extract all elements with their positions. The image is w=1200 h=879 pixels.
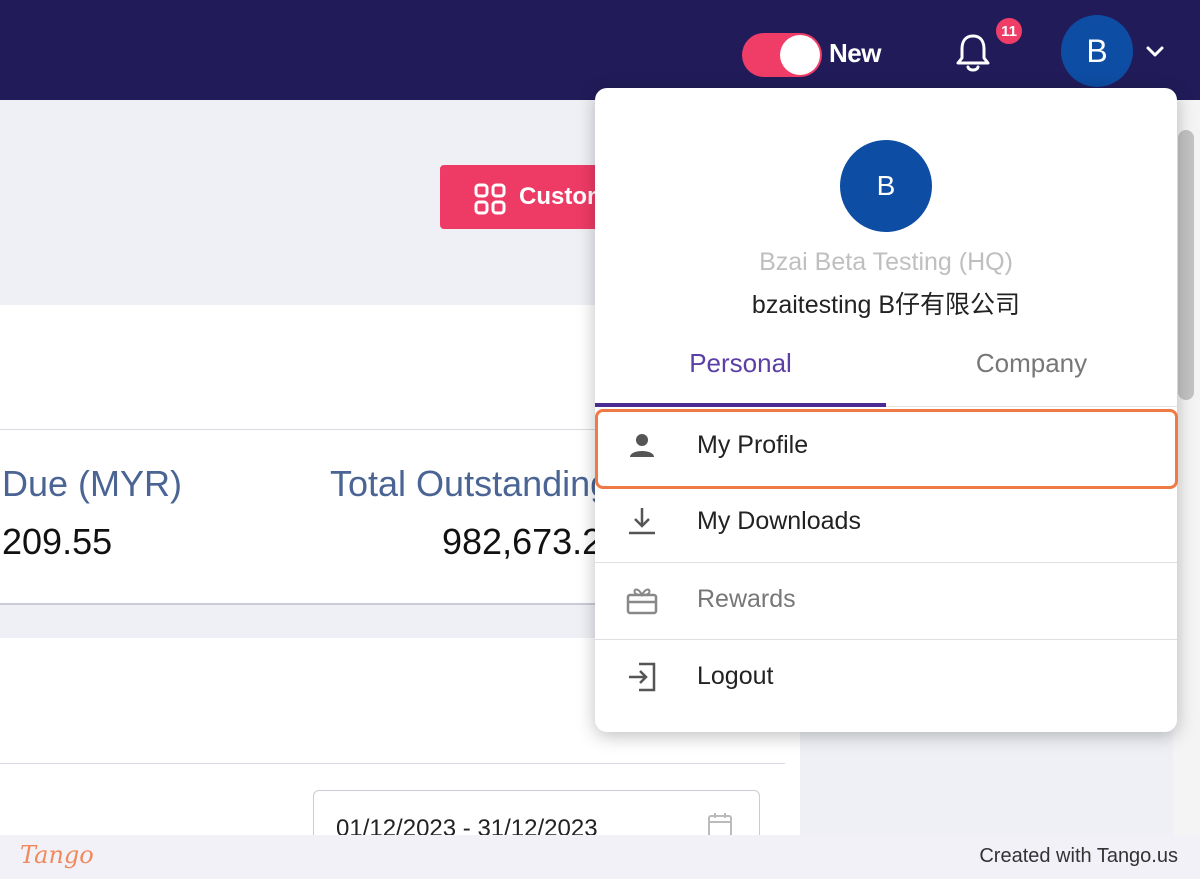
menu-item-label: Rewards [697,585,796,613]
menu-item-label: My Downloads [697,507,861,535]
user-name: bzaitesting B仔有限公司 [751,291,1021,319]
tango-logo: Tango [20,841,94,869]
menu-item-rewards[interactable]: Rewards [595,563,1177,639]
chevron-down-icon[interactable] [1143,40,1167,64]
stat-value-outstanding: 982,673.2 [442,521,603,562]
top-navigation-bar: New 11 B [0,0,1200,100]
new-ui-toggle[interactable] [742,33,822,77]
tab-company[interactable]: Company [886,334,1177,406]
menu-item-label: Logout [697,662,774,690]
customize-button[interactable]: Custom [440,165,620,229]
logout-icon [629,662,656,692]
company-name: Bzai Beta Testing (HQ) [759,248,1013,276]
grid-icon [474,183,506,215]
tango-footer: Tango Created with Tango.us [0,835,1200,879]
toggle-knob [780,35,820,75]
dropdown-avatar: B [840,140,932,232]
card-divider [0,763,785,764]
gift-icon [626,588,658,615]
download-icon [629,508,655,535]
tab-personal[interactable]: Personal [595,334,886,406]
stat-label-outstanding: Total Outstanding [330,463,611,504]
stat-label-due: Due (MYR) [2,463,183,504]
bell-icon[interactable] [953,30,993,74]
toggle-label: New [829,38,881,68]
click-highlight [595,409,1178,489]
menu-item-logout[interactable]: Logout [595,640,1177,716]
footer-credit: Created with Tango.us [979,845,1178,867]
menu-item-my-downloads[interactable]: My Downloads [595,485,1177,561]
user-avatar-button[interactable]: B [1061,15,1133,87]
scrollbar-thumb[interactable] [1178,130,1194,400]
notification-badge: 11 [994,16,1024,46]
active-tab-indicator [595,403,886,407]
stat-value-due: 209.55 [2,521,113,562]
